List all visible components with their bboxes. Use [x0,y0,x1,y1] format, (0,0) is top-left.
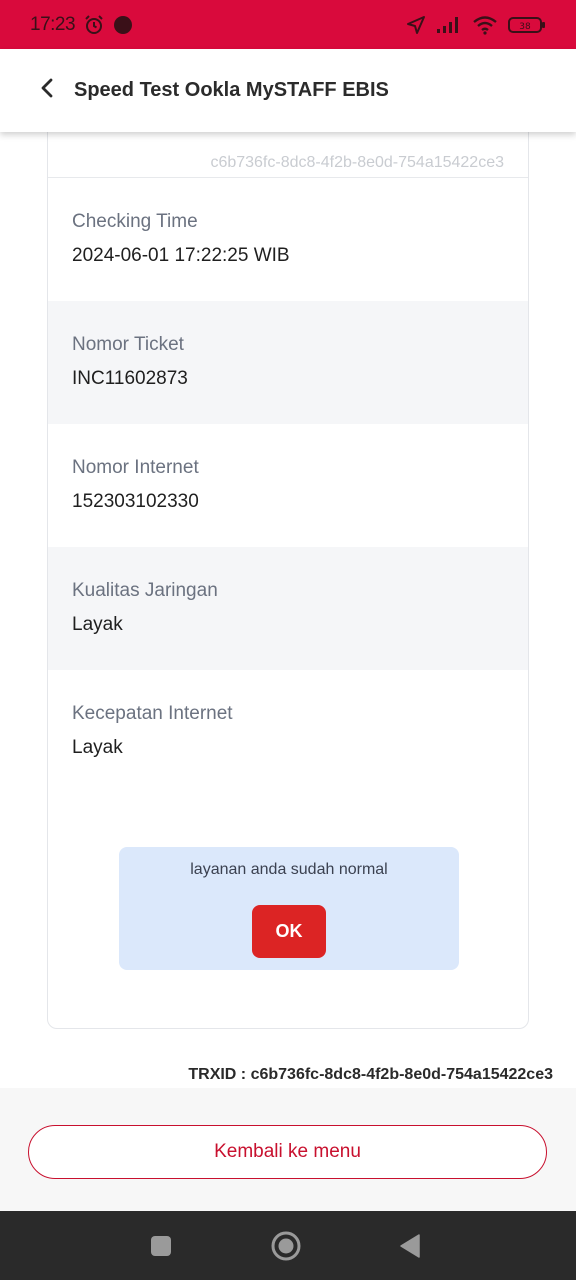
location-arrow-icon [406,15,426,35]
row-label: Kecepatan Internet [72,703,233,724]
row-label: Nomor Ticket [72,334,184,355]
app-bar: Speed Test Ookla MySTAFF EBIS [0,49,576,132]
status-bar: 17:23 38 [0,0,576,49]
row-label: Checking Time [72,211,198,232]
recents-icon[interactable] [142,1227,180,1265]
chevron-left-icon [37,77,59,104]
row-value: 2024-06-01 17:22:25 WIB [72,245,290,266]
row-value: Layak [72,737,123,758]
alarm-icon [83,14,105,36]
row-value: 152303102330 [72,491,199,512]
ok-button[interactable]: OK [252,905,326,958]
row-kecepatan-internet: Kecepatan Internet Layak [48,670,528,793]
signal-icon [436,16,462,34]
status-time: 17:23 [30,13,76,35]
row-nomor-ticket: Nomor Ticket INC11602873 [48,301,528,424]
bottom-action-area: Kembali ke menu [0,1088,576,1211]
home-icon[interactable] [267,1227,305,1265]
notification-dot-icon [113,15,133,35]
page-title: Speed Test Ookla MySTAFF EBIS [74,79,389,101]
back-to-menu-button[interactable]: Kembali ke menu [28,1125,547,1179]
result-card: c6b736fc-8dc8-4f2b-8e0d-754a15422ce3 Che… [47,110,529,1029]
row-checking-time: Checking Time 2024-06-01 17:22:25 WIB [48,178,528,301]
row-label: Nomor Internet [72,457,199,478]
row-value: INC11602873 [72,368,188,389]
status-left: 17:23 [30,14,133,36]
back-icon[interactable] [391,1227,429,1265]
system-nav-bar [0,1211,576,1280]
screen: 17:23 38 Speed Test Ookla MySTAFF EBIS c… [0,0,576,1280]
row-nomor-internet: Nomor Internet 152303102330 [48,424,528,547]
back-button[interactable] [28,71,68,111]
battery-level: 38 [519,22,531,32]
battery-icon: 38 [508,15,546,35]
trxid-text: TRXID : c6b736fc-8dc8-4f2b-8e0d-754a1542… [188,1066,553,1083]
status-right: 38 [406,15,546,35]
detail-rows: Checking Time 2024-06-01 17:22:25 WIB No… [48,178,528,793]
row-value: Layak [72,614,123,635]
row-kualitas-jaringan: Kualitas Jaringan Layak [48,547,528,670]
status-notice: layanan anda sudah normal OK [119,847,459,970]
row-label: Kualitas Jaringan [72,580,218,601]
wifi-icon [472,15,498,35]
card-transaction-id: c6b736fc-8dc8-4f2b-8e0d-754a15422ce3 [210,154,504,171]
notice-text: layanan anda sudah normal [190,861,388,878]
